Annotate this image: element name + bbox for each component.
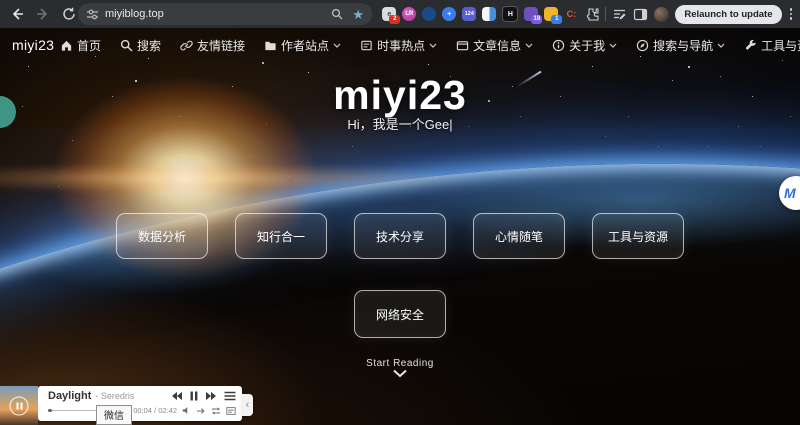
track-artist: - Seredris: [95, 391, 134, 401]
time-display: 00:04 / 02:42: [133, 406, 177, 415]
nav-item-author-sites[interactable]: 作者站点: [264, 37, 341, 54]
volume-icon[interactable]: [182, 406, 191, 415]
extension-ghost-icon[interactable]: 18: [524, 7, 538, 21]
extension-book-icon[interactable]: [482, 7, 496, 21]
extensions-puzzle-icon[interactable]: [584, 7, 599, 22]
category-buttons-row1: 数据分析 知行合一 技术分享 心情随笔 工具与资源: [0, 213, 800, 259]
nav-item-search-nav[interactable]: 搜索与导航: [636, 37, 725, 54]
playlist-icon[interactable]: [224, 391, 236, 401]
badge-count: 18: [531, 15, 542, 24]
folder-icon: [264, 39, 277, 52]
category-buttons-row2: 网络安全: [0, 290, 800, 338]
nav-item-home[interactable]: 首页: [60, 37, 101, 54]
article-card-icon: [456, 39, 469, 52]
chevron-down-icon: [717, 43, 725, 48]
loop-icon[interactable]: [211, 407, 221, 415]
url-text[interactable]: miyiblog.top: [105, 8, 331, 20]
btn-tech-share[interactable]: 技术分享: [354, 213, 446, 259]
link-icon: [180, 39, 193, 52]
start-reading-label: Start Reading: [0, 358, 800, 369]
extension-tag-icon[interactable]: 1: [544, 7, 558, 21]
nav-item-hot-news[interactable]: 时事热点: [360, 37, 437, 54]
info-icon: [552, 39, 565, 52]
assistant-logo: M: [784, 185, 796, 201]
nav-item-friend-links[interactable]: 友情链接: [180, 37, 245, 54]
search-icon: [120, 39, 133, 52]
toolbar-divider: [605, 7, 606, 21]
nav-item-about-me[interactable]: 关于我: [552, 37, 617, 54]
relaunch-button[interactable]: Relaunch to update: [675, 5, 781, 24]
play-order-icon[interactable]: [196, 407, 206, 415]
reading-list-icon[interactable]: [612, 7, 627, 22]
btn-data-analysis[interactable]: 数据分析: [116, 213, 208, 259]
chevron-down-icon: [525, 43, 533, 48]
nav-item-tools-resources[interactable]: 工具与资源: [744, 37, 800, 54]
badge-count: 2: [389, 15, 400, 24]
lyrics-panel-icon[interactable]: [226, 407, 236, 415]
wrench-icon: [744, 39, 757, 52]
extensions-row: e2 LR + 124 H 18 1 C: Relaunch to update: [382, 0, 794, 28]
site-logo[interactable]: miyi23: [12, 37, 54, 53]
search-glass-icon[interactable]: [331, 8, 343, 20]
extension-124-icon[interactable]: 124: [462, 7, 476, 21]
next-track-icon[interactable]: [205, 391, 217, 401]
site-settings-icon[interactable]: [86, 8, 99, 21]
nav-item-search[interactable]: 搜索: [120, 37, 161, 54]
cover-pause-icon[interactable]: [10, 396, 29, 415]
hero-title: miyi23: [0, 72, 800, 119]
side-panel-icon[interactable]: [633, 7, 648, 22]
extension-lr-icon[interactable]: LR: [402, 7, 416, 21]
address-bar[interactable]: miyiblog.top ★: [78, 3, 372, 25]
player-collapse-handle[interactable]: ‹: [242, 394, 253, 416]
player-card: Daylight - Seredris 00:04 / 02:42: [38, 386, 242, 421]
page-viewport: miyi23 首页 搜索 友情链接 作者站点 时事热点: [0, 28, 800, 425]
back-icon[interactable]: [10, 7, 24, 21]
nav-item-article-info[interactable]: 文章信息: [456, 37, 533, 54]
badge-count: 1: [551, 15, 562, 24]
forward-icon: [36, 7, 50, 21]
album-cover[interactable]: [0, 386, 38, 425]
wechat-tooltip: 微信: [96, 405, 132, 425]
news-icon: [360, 39, 373, 52]
chevron-down-icon: [609, 43, 617, 48]
previous-track-icon[interactable]: [171, 391, 183, 401]
extension-plus-icon[interactable]: +: [442, 7, 456, 21]
extension-h-icon[interactable]: H: [502, 6, 518, 22]
extension-notes-icon[interactable]: e2: [382, 7, 396, 21]
scroll-down-chevron[interactable]: [0, 369, 800, 378]
bookmark-star-icon[interactable]: ★: [352, 8, 364, 21]
btn-knowledge-action[interactable]: 知行合一: [235, 213, 327, 259]
btn-tools-resources[interactable]: 工具与资源: [592, 213, 684, 259]
progress-played: [48, 409, 52, 412]
btn-mood-notes[interactable]: 心情随笔: [473, 213, 565, 259]
track-title: Daylight: [48, 390, 91, 402]
site-navbar: miyi23 首页 搜索 友情链接 作者站点 时事热点: [0, 32, 800, 58]
chevron-down-icon: [429, 43, 437, 48]
extension-blue-circle-icon[interactable]: [422, 7, 436, 21]
home-icon: [60, 39, 73, 52]
reload-icon[interactable]: [62, 7, 76, 21]
compass-icon: [636, 39, 649, 52]
pause-icon[interactable]: [190, 391, 198, 401]
browser-toolbar: miyiblog.top ★ e2 LR + 124 H 18 1 C: Rel…: [0, 0, 800, 28]
profile-avatar[interactable]: [654, 7, 669, 22]
chrome-menu-icon[interactable]: [788, 8, 795, 20]
extension-colorzilla-icon[interactable]: C:: [564, 7, 578, 21]
hero-subtitle: Hi，我是一个Gee|: [0, 114, 800, 133]
btn-network-security[interactable]: 网络安全: [354, 290, 446, 338]
chevron-down-icon: [333, 43, 341, 48]
